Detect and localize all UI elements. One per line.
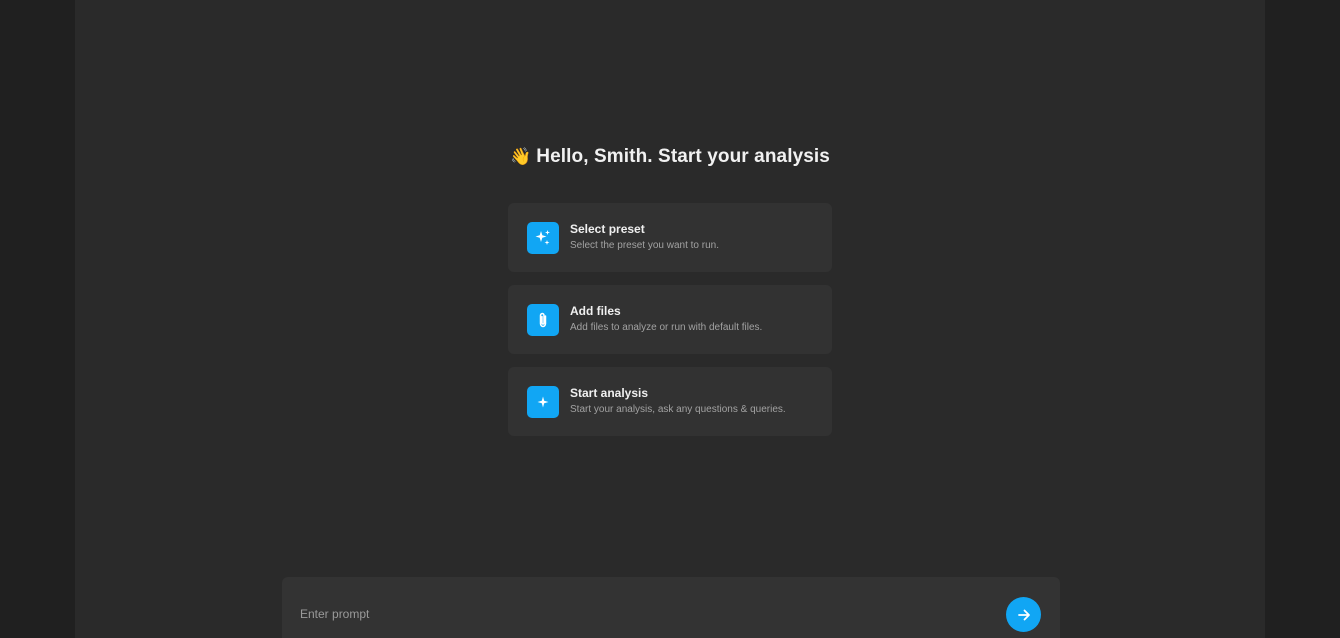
card-title: Add files: [570, 304, 621, 318]
action-cards: Select preset Select the preset you want…: [508, 203, 832, 449]
paperclip-icon: [527, 304, 559, 336]
start-analysis-card[interactable]: Start analysis Start your analysis, ask …: [508, 367, 832, 436]
greeting-heading: 👋 Hello, Smith. Start your analysis: [75, 146, 1265, 168]
prompt-input[interactable]: [300, 603, 980, 625]
select-preset-card[interactable]: Select preset Select the preset you want…: [508, 203, 832, 272]
card-description: Add files to analyze or run with default…: [570, 322, 763, 333]
sparkles-icon: [527, 222, 559, 254]
app-window: 👋 Hello, Smith. Start your analysis Selec…: [0, 0, 1340, 638]
prompt-bar: [282, 577, 1060, 638]
waving-hand-icon: 👋: [510, 147, 532, 167]
card-description: Start your analysis, ask any questions &…: [570, 404, 786, 415]
sparkle-icon: [527, 386, 559, 418]
add-files-card[interactable]: Add files Add files to analyze or run wi…: [508, 285, 832, 354]
card-title: Select preset: [570, 222, 645, 236]
greeting-text: Hello, Smith. Start your analysis: [536, 146, 830, 167]
main-panel: 👋 Hello, Smith. Start your analysis Selec…: [75, 0, 1265, 638]
card-description: Select the preset you want to run.: [570, 240, 719, 251]
arrow-right-icon: [1017, 609, 1030, 620]
send-button[interactable]: [1006, 597, 1041, 632]
card-title: Start analysis: [570, 386, 649, 400]
